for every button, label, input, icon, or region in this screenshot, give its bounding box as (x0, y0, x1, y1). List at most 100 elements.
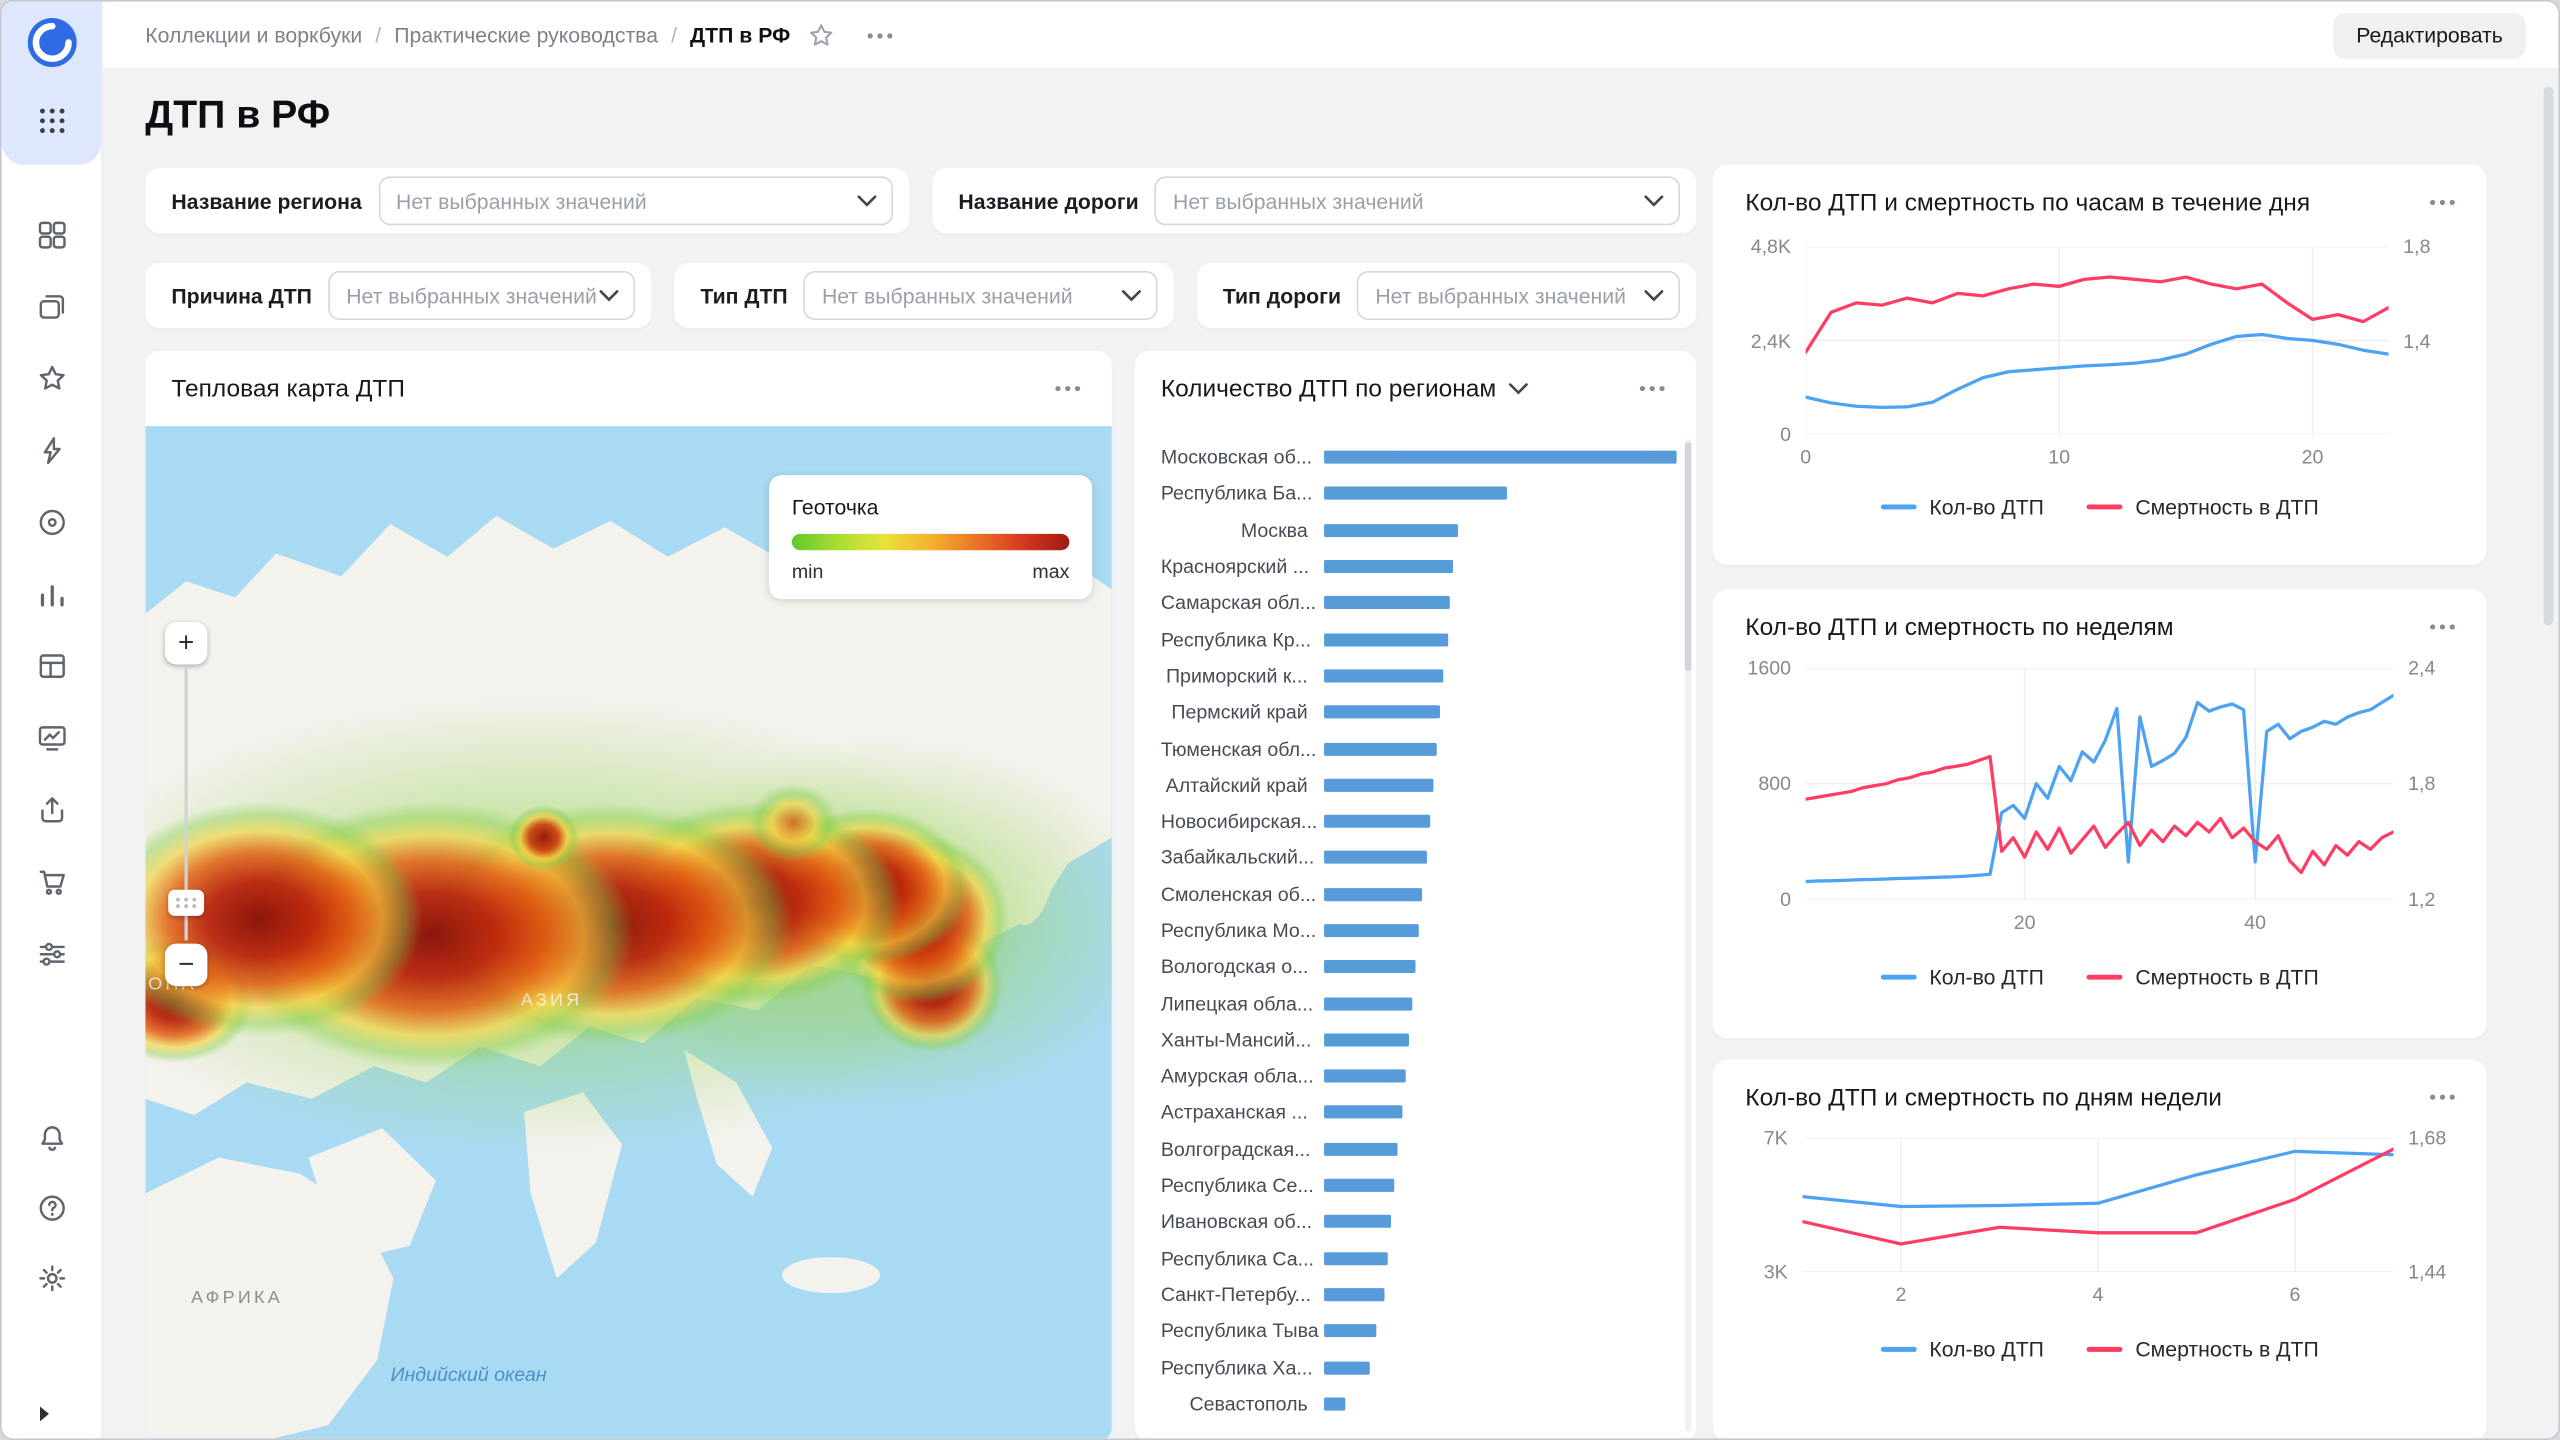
bar-segment[interactable] (1324, 778, 1433, 791)
legend-label: Кол-во ДТП (1929, 495, 2043, 519)
bar-segment[interactable] (1324, 1325, 1377, 1338)
bar-segment[interactable] (1324, 888, 1423, 901)
legend-item[interactable]: Кол-во ДТП (1880, 1337, 2043, 1361)
map-label-asia: АЗИЯ (521, 991, 583, 1011)
nav-favorites-icon[interactable] (36, 362, 69, 395)
bar-segment[interactable] (1324, 997, 1412, 1010)
bar-segment[interactable] (1324, 1215, 1391, 1228)
sidebar (2, 2, 103, 1439)
chart-legend: Кол-во ДТП Смертность в ДТП (1713, 965, 2487, 989)
bar-segment[interactable] (1324, 1179, 1395, 1192)
settings-gear-icon[interactable] (36, 1262, 69, 1295)
bar-segment[interactable] (1324, 960, 1416, 973)
region-select[interactable]: Нет выбранных значений (378, 176, 893, 225)
bar-row: Вологодская о... (1161, 949, 1677, 985)
bar-segment[interactable] (1324, 524, 1458, 537)
bar-segment[interactable] (1324, 1033, 1409, 1046)
nav-marketplace-icon[interactable] (36, 865, 69, 898)
legend-line-swatch (2086, 975, 2122, 980)
zoom-in-button[interactable]: + (165, 622, 207, 664)
road-name-select[interactable]: Нет выбранных значений (1155, 176, 1680, 225)
filter-road-name: Название дороги Нет выбранных значений (932, 168, 1696, 233)
bar-category-label: Москва (1161, 519, 1324, 542)
nav-datasets-icon[interactable] (36, 506, 69, 539)
axis-tick-left: 4,8K (1751, 235, 1791, 258)
nav-storage-icon[interactable] (36, 793, 69, 826)
bar-track (1324, 1215, 1677, 1228)
bar-list-scrollbar[interactable] (1685, 439, 1692, 1432)
page-menu-dots-icon[interactable] (859, 25, 901, 45)
bar-segment[interactable] (1324, 1361, 1370, 1374)
bar-list: Московская об...Республика Ба...МоскваКр… (1161, 439, 1677, 1432)
widget-menu-dots-icon[interactable] (1631, 376, 1673, 402)
bar-category-label: Ивановская об... (1161, 1210, 1324, 1233)
legend-item[interactable]: Кол-во ДТП (1880, 965, 2043, 989)
datalens-logo-icon[interactable] (28, 18, 77, 67)
bar-segment[interactable] (1324, 815, 1430, 828)
bar-segment[interactable] (1324, 1106, 1402, 1119)
plot-area[interactable]: 4,8K2,4K01,81,401020 (1806, 247, 2389, 435)
axis-tick-right: 2,4 (2408, 656, 2435, 679)
help-icon[interactable] (36, 1192, 69, 1225)
notifications-bell-icon[interactable] (36, 1122, 69, 1155)
bar-segment[interactable] (1324, 487, 1507, 500)
axis-tick-x: 40 (2244, 911, 2266, 934)
widget-menu-dots-icon[interactable] (2421, 614, 2463, 640)
chevron-down-icon (1644, 194, 1664, 207)
edit-button[interactable]: Редактировать (2333, 12, 2525, 58)
chart-selector-chevron-icon[interactable] (1509, 382, 1529, 395)
bar-segment[interactable] (1324, 706, 1440, 719)
accident-cause-select[interactable]: Нет выбранных значений (328, 271, 635, 320)
heatmap-card-header: Тепловая карта ДТП (145, 351, 1112, 426)
bar-segment[interactable] (1324, 560, 1453, 573)
bar-segment[interactable] (1324, 924, 1419, 937)
bar-segment[interactable] (1324, 1288, 1384, 1301)
widget-menu-dots-icon[interactable] (2421, 189, 2463, 215)
bar-segment[interactable] (1324, 1070, 1405, 1083)
bar-category-label: Забайкальский... (1161, 846, 1324, 869)
breadcrumb-collections[interactable]: Коллекции и воркбуки (145, 23, 362, 47)
page-scrollbar[interactable] (2544, 87, 2554, 626)
bar-segment[interactable] (1324, 451, 1677, 464)
plot-area[interactable]: 7K3K1,681,44246 (1802, 1138, 2393, 1272)
nav-charts-icon[interactable] (36, 578, 69, 611)
legend-item[interactable]: Смертность в ДТП (2086, 1337, 2318, 1361)
apps-grid-icon[interactable] (36, 104, 69, 137)
nav-services-icon[interactable] (36, 937, 69, 970)
zoom-slider-handle[interactable] (168, 890, 204, 916)
breadcrumb-separator: / (375, 23, 381, 47)
bar-segment[interactable] (1324, 1252, 1387, 1265)
bar-segment[interactable] (1324, 1397, 1345, 1410)
favorite-star-icon[interactable] (807, 20, 836, 49)
nav-editor-icon[interactable] (36, 434, 69, 467)
legend-item[interactable]: Смертность в ДТП (2086, 965, 2318, 989)
zoom-out-button[interactable]: − (165, 944, 207, 986)
accident-type-select[interactable]: Нет выбранных значений (804, 271, 1158, 320)
nav-widgets-icon[interactable] (36, 219, 69, 252)
line-chart-title: Кол-во ДТП и смертность по неделям (1745, 613, 2173, 641)
bar-segment[interactable] (1324, 1142, 1398, 1155)
filter-accident-cause: Причина ДТП Нет выбранных значений (145, 263, 651, 328)
legend-item[interactable]: Кол-во ДТП (1880, 495, 2043, 519)
heatmap-legend-title: Геоточка (792, 495, 1070, 519)
breadcrumb-guides[interactable]: Практические руководства (394, 23, 658, 47)
road-type-select[interactable]: Нет выбранных значений (1357, 271, 1680, 320)
bar-row: Ханты-Мансий... (1161, 1022, 1677, 1058)
bar-list-scroll-thumb[interactable] (1685, 442, 1692, 671)
heatmap-map-area[interactable]: ЕВРОПА АЗИЯ АФРИКА Индийский океан + − Г… (145, 426, 1112, 1438)
bar-segment[interactable] (1324, 596, 1449, 609)
bar-segment[interactable] (1324, 851, 1426, 864)
bar-chart-title: Количество ДТП по регионам (1161, 375, 1496, 403)
widget-menu-dots-icon[interactable] (2421, 1084, 2463, 1110)
nav-dashboards-icon[interactable] (36, 722, 69, 755)
bar-segment[interactable] (1324, 669, 1444, 682)
nav-tables-icon[interactable] (36, 650, 69, 683)
widget-menu-dots-icon[interactable] (1047, 376, 1089, 402)
legend-item[interactable]: Смертность в ДТП (2086, 495, 2318, 519)
bar-category-label: Республика Мо... (1161, 919, 1324, 942)
expand-sidebar-icon[interactable] (34, 1402, 54, 1422)
bar-segment[interactable] (1324, 742, 1437, 755)
bar-segment[interactable] (1324, 633, 1447, 646)
plot-area[interactable]: 160080002,41,81,22040 (1806, 668, 2394, 900)
nav-collections-icon[interactable] (36, 291, 69, 324)
